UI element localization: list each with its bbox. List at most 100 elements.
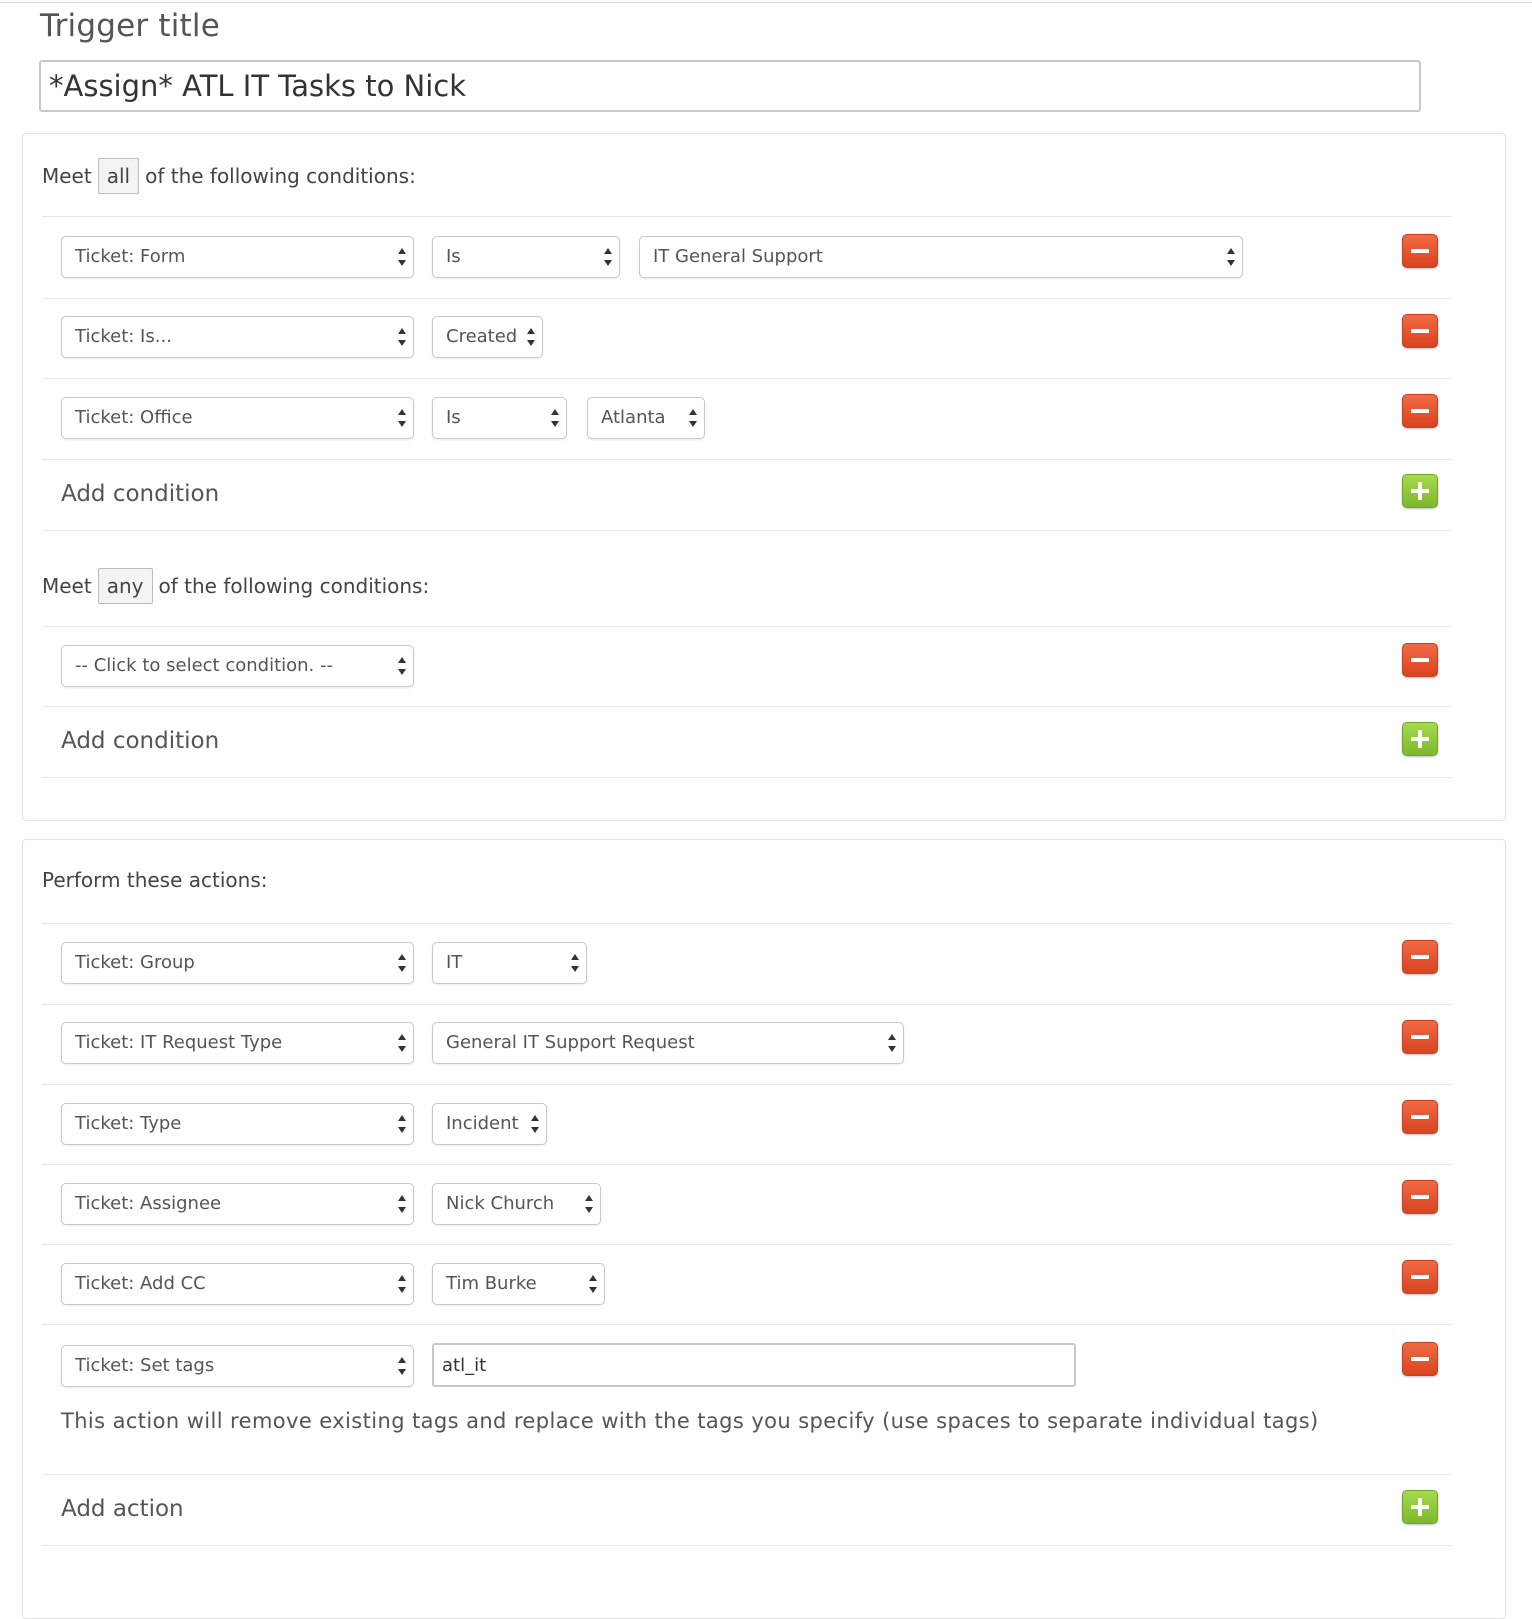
condition-field-value: Ticket: Is... [75, 326, 172, 347]
remove-action-button[interactable] [1402, 1100, 1438, 1134]
minus-icon [1411, 1275, 1429, 1279]
remove-action-button[interactable] [1402, 1260, 1438, 1294]
action-field-value: Ticket: Assignee [75, 1193, 222, 1214]
divider [42, 777, 1452, 778]
remove-action-button[interactable] [1402, 940, 1438, 974]
divider [42, 216, 1452, 217]
up-down-arrows-icon [604, 248, 612, 266]
add-condition-button[interactable] [1402, 722, 1438, 756]
trigger-title-label: Trigger title [40, 8, 220, 44]
action-value-value: Tim Burke [446, 1273, 537, 1294]
minus-icon [1411, 409, 1429, 413]
up-down-arrows-icon [398, 1115, 406, 1133]
action-field-select[interactable]: Ticket: Set tags [61, 1345, 414, 1387]
up-down-arrows-icon [1227, 248, 1235, 266]
divider [42, 1474, 1452, 1475]
condition-value-value: IT General Support [653, 246, 823, 267]
action-value-value: General IT Support Request [446, 1032, 695, 1053]
action-field-value: Ticket: Set tags [75, 1355, 215, 1376]
meet-all-header: Meet all of the following conditions: [42, 158, 416, 194]
add-condition-button[interactable] [1402, 474, 1438, 508]
up-down-arrows-icon [689, 409, 697, 427]
remove-condition-button[interactable] [1402, 394, 1438, 428]
add-action-button[interactable] [1402, 1490, 1438, 1524]
divider [42, 298, 1452, 299]
condition-field-value: Ticket: Form [75, 246, 186, 267]
condition-operator-select[interactable]: Is [432, 236, 620, 278]
divider [42, 1244, 1452, 1245]
up-down-arrows-icon [398, 328, 406, 346]
condition-operator-value: Is [446, 246, 461, 267]
condition-field-select[interactable]: Ticket: Is... [61, 316, 414, 358]
condition-field-select[interactable]: Ticket: Office [61, 397, 414, 439]
divider [42, 626, 1452, 627]
minus-icon [1411, 1035, 1429, 1039]
condition-operator-select[interactable]: Created [432, 316, 543, 358]
divider [42, 459, 1452, 460]
meet-any-header: Meet any of the following conditions: [42, 568, 429, 604]
action-value-select[interactable]: Nick Church [432, 1183, 601, 1225]
up-down-arrows-icon [571, 954, 579, 972]
action-field-value: Ticket: Add CC [75, 1273, 206, 1294]
up-down-arrows-icon [531, 1115, 539, 1133]
remove-condition-button[interactable] [1402, 643, 1438, 677]
remove-action-button[interactable] [1402, 1020, 1438, 1054]
action-field-select[interactable]: Ticket: IT Request Type [61, 1022, 414, 1064]
add-action-link[interactable]: Add action [61, 1496, 184, 1522]
up-down-arrows-icon [398, 954, 406, 972]
remove-condition-button[interactable] [1402, 314, 1438, 348]
remove-condition-button[interactable] [1402, 234, 1438, 268]
divider [42, 1324, 1452, 1325]
up-down-arrows-icon [888, 1034, 896, 1052]
trigger-title-input[interactable] [39, 60, 1421, 112]
remove-action-button[interactable] [1402, 1342, 1438, 1376]
condition-field-select[interactable]: Ticket: Form [61, 236, 414, 278]
minus-icon [1411, 1115, 1429, 1119]
condition-value-select[interactable]: Atlanta [587, 397, 705, 439]
condition-field-value: Ticket: Office [75, 407, 193, 428]
up-down-arrows-icon [398, 248, 406, 266]
tags-input[interactable] [432, 1343, 1076, 1387]
add-condition-link[interactable]: Add condition [61, 481, 219, 507]
divider [42, 530, 1452, 531]
condition-value-select[interactable]: IT General Support [639, 236, 1243, 278]
condition-operator-select[interactable]: Is [432, 397, 567, 439]
meet-prefix: Meet [42, 574, 92, 598]
divider [42, 378, 1452, 379]
divider [42, 706, 1452, 707]
minus-icon [1411, 955, 1429, 959]
divider [42, 1545, 1452, 1546]
action-field-select[interactable]: Ticket: Add CC [61, 1263, 414, 1305]
divider [42, 1164, 1452, 1165]
up-down-arrows-icon [398, 1357, 406, 1375]
condition-value-value: Atlanta [601, 407, 666, 428]
top-divider [0, 2, 1532, 3]
divider [42, 1084, 1452, 1085]
action-field-select[interactable]: Ticket: Group [61, 942, 414, 984]
action-value-select[interactable]: General IT Support Request [432, 1022, 904, 1064]
minus-icon [1411, 249, 1429, 253]
action-value-value: Incident [446, 1113, 519, 1134]
condition-operator-value: Is [446, 407, 461, 428]
condition-field-value: -- Click to select condition. -- [75, 655, 333, 676]
up-down-arrows-icon [398, 1275, 406, 1293]
up-down-arrows-icon [589, 1275, 597, 1293]
action-value-select[interactable]: Tim Burke [432, 1263, 605, 1305]
up-down-arrows-icon [585, 1195, 593, 1213]
action-field-select[interactable]: Ticket: Type [61, 1103, 414, 1145]
divider [42, 923, 1452, 924]
remove-action-button[interactable] [1402, 1180, 1438, 1214]
minus-icon [1411, 1357, 1429, 1361]
action-field-select[interactable]: Ticket: Assignee [61, 1183, 414, 1225]
action-field-value: Ticket: Group [75, 952, 195, 973]
divider [42, 1004, 1452, 1005]
action-value-select[interactable]: IT [432, 942, 587, 984]
condition-field-select[interactable]: -- Click to select condition. -- [61, 645, 414, 687]
add-condition-link[interactable]: Add condition [61, 728, 219, 754]
up-down-arrows-icon [398, 409, 406, 427]
action-value-select[interactable]: Incident [432, 1103, 547, 1145]
minus-icon [1411, 658, 1429, 662]
condition-operator-value: Created [446, 326, 518, 347]
actions-title: Perform these actions: [42, 868, 268, 892]
meet-all-mode: all [97, 158, 140, 194]
